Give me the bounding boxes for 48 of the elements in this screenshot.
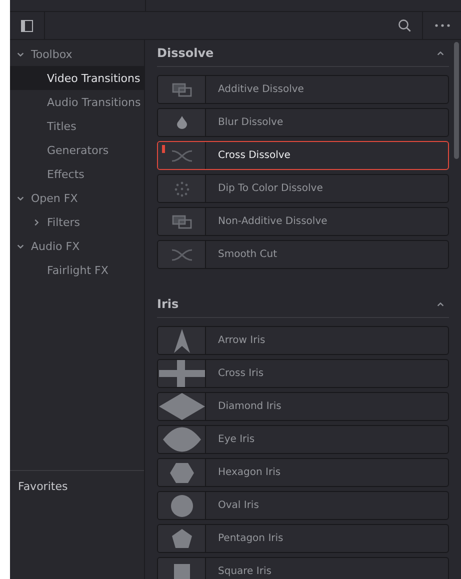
- transition-item[interactable]: Pentagon Iris: [157, 524, 449, 553]
- transition-item[interactable]: Arrow Iris: [157, 326, 449, 355]
- transition-item[interactable]: Dip To Color Dissolve: [157, 174, 449, 203]
- sidebar-item[interactable]: Generators: [10, 138, 144, 162]
- overlapping-squares-icon: [172, 82, 192, 96]
- crossing-curves-icon: [170, 248, 192, 260]
- dots-icon: [174, 180, 190, 196]
- search-icon[interactable]: [398, 19, 410, 32]
- sidebar-item[interactable]: Audio FX: [10, 234, 144, 258]
- chevron-icon[interactable]: [32, 218, 41, 226]
- transition-item[interactable]: Oval Iris: [157, 491, 449, 520]
- sidebar-item[interactable]: Fairlight FX: [10, 258, 144, 282]
- overlapping-squares-icon: [172, 214, 192, 228]
- eye-icon: [162, 427, 200, 452]
- sidebar-item[interactable]: Filters: [10, 210, 144, 234]
- hexagon-icon: [170, 462, 194, 482]
- section-title: Dissolve: [157, 46, 214, 60]
- crossing-curves-icon: [170, 150, 192, 162]
- transition-item[interactable]: Hexagon Iris: [157, 458, 449, 487]
- sidebar-item[interactable]: Open FX: [10, 186, 144, 210]
- drop-icon: [176, 116, 186, 129]
- favorites-label[interactable]: Favorites: [18, 480, 68, 493]
- collapse-icon[interactable]: [436, 48, 445, 58]
- diamond-icon: [158, 393, 204, 420]
- more-options-icon[interactable]: [434, 24, 450, 27]
- sidebar-item[interactable]: Effects: [10, 162, 144, 186]
- transition-item[interactable]: Cross Iris: [157, 359, 449, 388]
- transition-item[interactable]: Non-Additive Dissolve: [157, 207, 449, 236]
- sidebar-toggle-icon[interactable]: [21, 20, 33, 32]
- sidebar-item[interactable]: Audio Transitions: [10, 90, 144, 114]
- transition-item[interactable]: Blur Dissolve: [157, 108, 449, 137]
- sidebar-item[interactable]: Video Transitions: [10, 66, 144, 90]
- transition-item[interactable]: Square Iris: [157, 557, 449, 579]
- selection-marker: [162, 145, 165, 153]
- transition-item[interactable]: Diamond Iris: [157, 392, 449, 421]
- transition-item[interactable]: Cross Dissolve: [157, 141, 449, 170]
- arrow-icon: [174, 328, 190, 352]
- transition-item[interactable]: Additive Dissolve: [157, 75, 449, 104]
- circle-icon: [170, 494, 192, 516]
- scrollbar[interactable]: [454, 42, 459, 159]
- pentagon-icon: [172, 529, 192, 548]
- plus-icon: [158, 360, 204, 387]
- transition-item[interactable]: Eye Iris: [157, 425, 449, 454]
- sidebar-item[interactable]: Titles: [10, 114, 144, 138]
- collapse-icon[interactable]: [436, 300, 445, 308]
- transition-item[interactable]: Smooth Cut: [157, 240, 449, 269]
- section-title: Iris: [157, 297, 179, 311]
- sidebar-item[interactable]: Toolbox: [10, 42, 144, 66]
